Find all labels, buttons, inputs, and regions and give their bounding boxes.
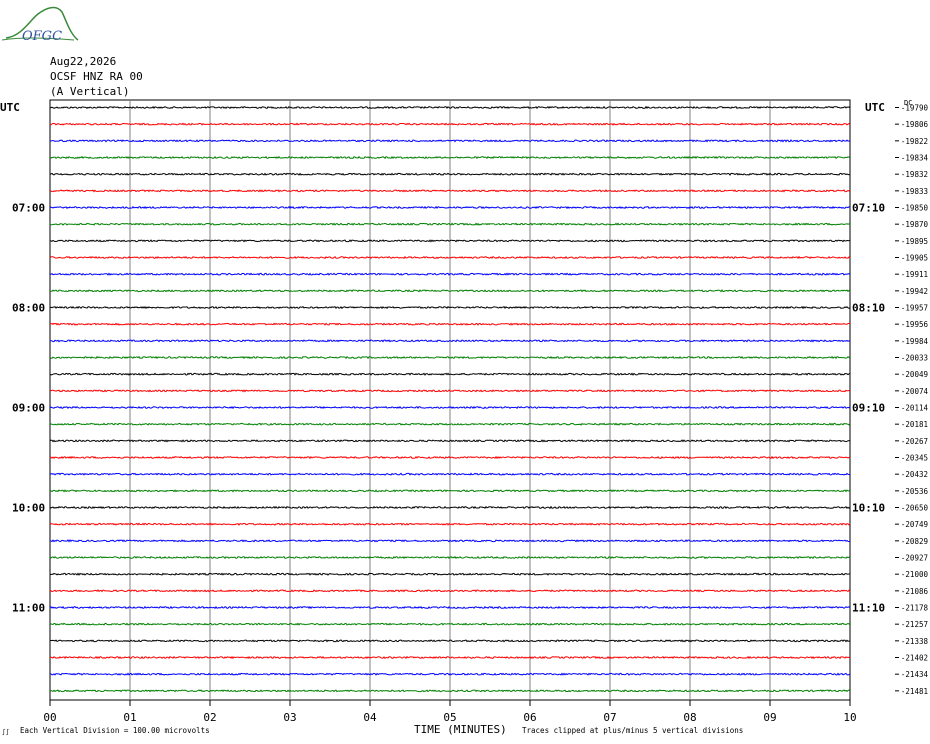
footer-left-mark: ∫∫ (2, 728, 10, 736)
dc-offset-label: -21000 (901, 570, 929, 579)
dc-offset-label: -20114 (901, 404, 929, 413)
dc-offset-label: -19895 (901, 237, 928, 246)
dc-offset-label: -21257 (901, 620, 928, 629)
dc-offset-label: -20074 (901, 387, 929, 396)
dc-offset-label: -20432 (901, 470, 928, 479)
grid: 00 01 02 03 04 05 06 07 08 09 10 (43, 99, 857, 724)
dc-offset-label: -19822 (901, 137, 928, 146)
dc-offset-label: -20181 (901, 420, 928, 429)
time-label-left: 10:00 (12, 502, 45, 515)
dc-offset-label: -19911 (901, 270, 928, 279)
dc-offset-label: -19870 (901, 220, 929, 229)
x-tick-label-04: 04 (363, 711, 377, 724)
dc-offset-label: -20345 (901, 454, 928, 463)
x-tick-label-03: 03 (283, 711, 296, 724)
x-axis-title: TIME (MINUTES) (414, 723, 507, 736)
footer-scale: Each Vertical Division = 100.00 microvol… (20, 726, 210, 735)
footer-clip-note: Traces clipped at plus/minus 5 vertical … (522, 726, 743, 735)
dc-offset-label: -20033 (901, 354, 928, 363)
dc-offset-label: -19942 (901, 287, 928, 296)
time-label-left: 08:00 (12, 302, 45, 315)
time-label-right: 11:10 (852, 602, 885, 615)
dc-offset-label: -21086 (901, 587, 929, 596)
dc-offset-label: -20650 (901, 504, 929, 513)
dc-offset-label: -19806 (901, 120, 929, 129)
dc-offset-label: -19957 (901, 304, 928, 313)
dc-offset-label: -21481 (901, 687, 928, 696)
x-tick-label-08: 08 (683, 711, 696, 724)
dc-offset-label: -21402 (901, 654, 928, 663)
dc-offset-label: -20267 (901, 437, 928, 446)
utc-label-left: UTC (0, 101, 20, 114)
time-label-right: 08:10 (852, 302, 885, 315)
dc-offset-label: -20749 (901, 520, 928, 529)
x-tick-label-02: 02 (203, 711, 216, 724)
dc-offset-label: -20927 (901, 554, 928, 563)
time-label-left: 07:00 (12, 202, 45, 215)
dc-offset-label: -21338 (901, 637, 929, 646)
dc-offset-label: -21434 (901, 670, 929, 679)
dc-offset-label: -19832 (901, 170, 928, 179)
dc-label: DC (904, 99, 912, 107)
x-tick-label-07: 07 (603, 711, 616, 724)
x-tick-label-06: 06 (523, 711, 536, 724)
time-label-right: 07:10 (852, 202, 885, 215)
time-label-right: 10:10 (852, 502, 885, 515)
utc-label-right: UTC (865, 101, 885, 114)
dc-offset-label: -19834 (901, 154, 929, 163)
x-tick-label-10: 10 (843, 711, 856, 724)
dc-offset-label: -19850 (901, 204, 929, 213)
time-label-right: 09:10 (852, 402, 885, 415)
dc-offset-label: -20049 (901, 370, 928, 379)
time-label-left: 11:00 (12, 602, 45, 615)
dc-offset-label: -19984 (901, 337, 929, 346)
time-label-left: 09:00 (12, 402, 45, 415)
dc-offset-label: -20829 (901, 537, 928, 546)
x-tick-label-01: 01 (123, 711, 136, 724)
x-tick-label-00: 00 (43, 711, 56, 724)
dc-offset-label: -20536 (901, 487, 929, 496)
x-tick-label-09: 09 (763, 711, 776, 724)
dc-offset-label: -19956 (901, 320, 929, 329)
dc-offset-label: -19833 (901, 187, 928, 196)
traces: -19790-19806-19822-19834-19832-19833-198… (12, 104, 928, 696)
dc-offset-label: -19905 (901, 254, 928, 263)
helicorder-plot: 00 01 02 03 04 05 06 07 08 09 10 -19790-19806-1982… (0, 99, 928, 736)
dc-offset-label: -21178 (901, 604, 929, 613)
